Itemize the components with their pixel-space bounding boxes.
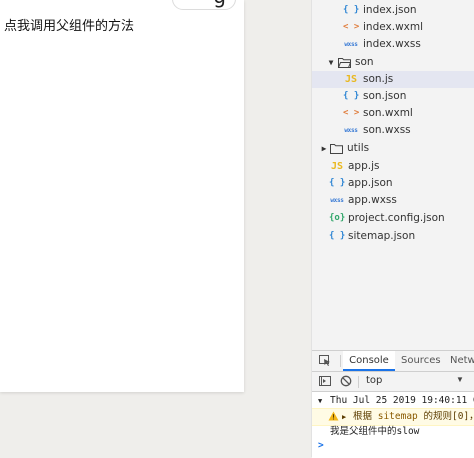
js-file-icon: JS (330, 161, 344, 172)
folder-label: utils (347, 142, 370, 154)
console-log-message: 我是父组件中的slow (312, 425, 474, 439)
devtools-tabbar: Console Sources Netw (312, 351, 474, 372)
tab-separator (340, 355, 341, 367)
log-message-text: 我是父组件中的slow (330, 426, 420, 437)
expand-arrow-icon[interactable]: ▼ (318, 394, 322, 408)
file-item-app-js[interactable]: JS app.js (312, 158, 474, 175)
warning-prefix: 根据 (353, 411, 378, 422)
file-label: son.wxss (363, 124, 411, 136)
config-file-icon: {o} (329, 213, 346, 223)
warning-text: 根据 sitemap 的规则[0]，当 (353, 409, 474, 425)
warning-suffix: 的规则[0]，当 (423, 411, 474, 422)
file-label: son.wxml (363, 107, 413, 119)
js-file-icon: JS (344, 74, 358, 85)
file-item-son-json[interactable]: { } son.json (312, 88, 474, 105)
wxss-file-icon: wxss (330, 197, 344, 204)
folder-open-icon (338, 57, 354, 68)
file-item-index-json[interactable]: { } index.json (312, 2, 474, 19)
file-label: son.js (363, 73, 394, 85)
log-header-text: Thu Jul 25 2019 19:40:11 GMT+ (330, 395, 474, 406)
capsule-glyph: g (213, 0, 226, 8)
prompt-icon: > (318, 440, 324, 451)
file-label: app.js (348, 160, 380, 172)
file-label: son.json (363, 90, 407, 102)
console-warning: ▶ 根据 sitemap 的规则[0]，当 (312, 408, 474, 426)
file-explorer: { } index.json < > index.wxml wxss index… (312, 0, 474, 350)
file-item-project-config-json[interactable]: {o} project.config.json (312, 210, 474, 227)
warning-code: sitemap (377, 411, 418, 422)
inspect-element-icon[interactable] (319, 355, 331, 366)
tab-console[interactable]: Console (343, 351, 395, 371)
call-parent-method-text[interactable]: 点我调用父组件的方法 (4, 15, 134, 34)
file-label: index.wxml (363, 21, 424, 33)
toggle-drawer-icon[interactable] (319, 375, 331, 387)
expand-arrow-icon[interactable]: ▼ (323, 54, 339, 71)
context-selector[interactable]: top (366, 375, 382, 386)
tab-sources[interactable]: Sources (401, 351, 441, 371)
console-log-header: ▼ Thu Jul 25 2019 19:40:11 GMT+ (312, 394, 474, 408)
folder-closed-icon (330, 143, 346, 154)
simulator-screen: g 点我调用父组件的方法 (0, 0, 244, 392)
file-item-son-wxss[interactable]: wxss son.wxss (312, 122, 474, 139)
json-file-icon: { } (343, 5, 360, 15)
console-prompt[interactable]: > (312, 439, 474, 453)
wxml-file-icon: < > (343, 108, 360, 118)
capsule-menu-button[interactable]: g (172, 0, 236, 10)
chevron-down-icon[interactable]: ▼ (456, 375, 464, 384)
json-file-icon: { } (343, 91, 360, 101)
file-item-app-json[interactable]: { } app.json (312, 175, 474, 192)
file-label: project.config.json (348, 212, 445, 224)
folder-label: son (355, 56, 374, 68)
folder-item-utils[interactable]: ▶ utils (312, 140, 474, 157)
expand-arrow-icon[interactable]: ▶ (342, 409, 346, 425)
file-label: index.wxss (363, 38, 421, 50)
file-label: app.json (348, 177, 393, 189)
json-file-icon: { } (329, 231, 346, 241)
toolbar-separator (358, 376, 359, 388)
clear-console-icon[interactable] (340, 375, 352, 387)
file-label: index.json (363, 4, 417, 16)
file-item-index-wxml[interactable]: < > index.wxml (312, 19, 474, 36)
file-item-son-js[interactable]: JS son.js (312, 71, 474, 88)
folder-item-son[interactable]: ▼ son (312, 54, 474, 71)
file-item-sitemap-json[interactable]: { } sitemap.json (312, 228, 474, 245)
file-item-son-wxml[interactable]: < > son.wxml (312, 105, 474, 122)
file-item-app-wxss[interactable]: wxss app.wxss (312, 192, 474, 209)
tab-network[interactable]: Netw (450, 351, 474, 371)
file-label: sitemap.json (348, 230, 416, 242)
wxss-file-icon: wxss (344, 41, 358, 48)
warning-icon (328, 411, 339, 425)
console-toolbar: top ▼ (312, 372, 474, 392)
wxss-file-icon: wxss (344, 127, 358, 134)
file-label: app.wxss (348, 194, 397, 206)
devtools-panel: Console Sources Netw top ▼ ▼ Thu Jul 25 … (312, 350, 474, 458)
file-item-index-wxss[interactable]: wxss index.wxss (312, 36, 474, 53)
wxml-file-icon: < > (343, 22, 360, 32)
json-file-icon: { } (329, 178, 346, 188)
